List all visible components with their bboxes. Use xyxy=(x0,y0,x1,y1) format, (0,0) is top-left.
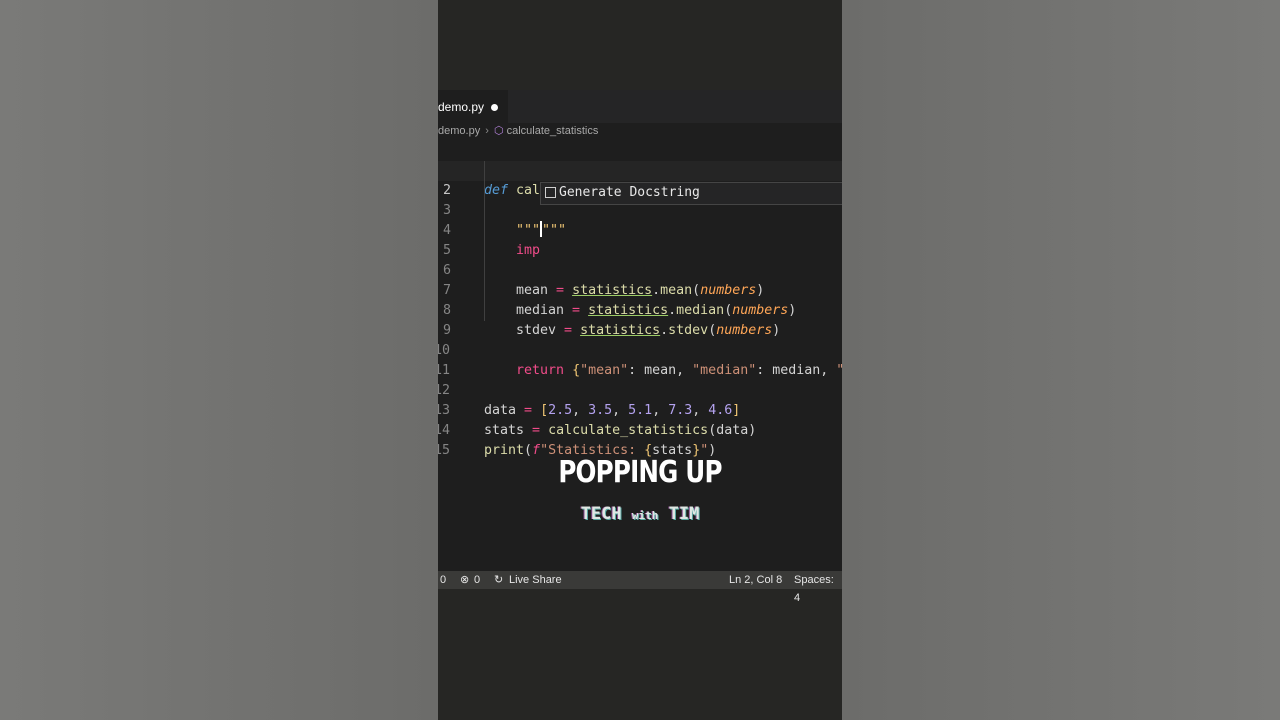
indent-guide xyxy=(484,181,485,201)
indent-guide xyxy=(484,221,485,241)
error-count[interactable]: 0 xyxy=(440,571,446,589)
indent-guide xyxy=(484,241,485,261)
status-bar: 0 ⊗ 0 ↻ Live Share Ln 2, Col 8 Spaces: 4 xyxy=(438,571,842,604)
indent-guide xyxy=(484,281,485,301)
suggestion-widget[interactable]: Generate Docstring xyxy=(540,182,842,205)
indent-guide xyxy=(484,261,485,281)
broadcast-icon: ⊗ xyxy=(460,574,470,586)
background-left xyxy=(0,0,438,720)
tab-demo-py[interactable]: demo.py xyxy=(438,90,508,123)
code-line-7[interactable]: 7 stdev = statistics.stdev(numbers) xyxy=(438,261,842,338)
code-line-9[interactable]: 9 return {"mean": mean, "median": median… xyxy=(438,301,842,378)
indent-guide xyxy=(484,201,485,221)
channel-logo: TECH with TIM xyxy=(438,504,842,524)
line-number: 15 xyxy=(438,443,451,458)
video-frame: demo.py demo.py › ⬡ calculate_statistics … xyxy=(438,0,842,720)
live-share-button[interactable]: Live Share xyxy=(509,571,562,589)
background-right xyxy=(842,0,1280,720)
code-line-11[interactable]: 11 xyxy=(438,341,842,378)
chevron-right-icon: › xyxy=(485,125,489,137)
breadcrumb-symbol[interactable]: calculate_statistics xyxy=(507,125,599,137)
method-icon: ⬡ xyxy=(494,125,504,137)
code-line-13[interactable]: 13 stats = calculate_statistics(data) xyxy=(438,381,842,438)
logo-word-tim: TIM xyxy=(668,504,700,524)
snippet-icon xyxy=(545,187,556,198)
code-line-5[interactable]: 5 mean = statistics.mean(numbers) xyxy=(438,221,842,298)
broadcast-count[interactable]: 0 xyxy=(474,571,480,589)
code-line-15[interactable]: 15 xyxy=(438,421,842,458)
code-line-2[interactable]: 2 """ """ xyxy=(438,161,842,238)
code-line-8[interactable]: 8 xyxy=(438,281,842,318)
breadcrumb: demo.py › ⬡ calculate_statistics xyxy=(438,123,842,141)
logo-word-tech: TECH xyxy=(580,504,622,524)
suggestion-label[interactable]: Generate Docstring xyxy=(559,183,700,203)
video-caption: POPPING UP xyxy=(558,455,722,490)
indentation-setting[interactable]: Spaces: 4 xyxy=(794,571,842,607)
indent-guide xyxy=(484,161,485,181)
tab-label: demo.py xyxy=(438,100,485,114)
breadcrumb-file[interactable]: demo.py xyxy=(438,125,480,137)
code-line-1[interactable]: 1 def calculate_statistics(numbers: list… xyxy=(438,141,842,198)
indent-guide xyxy=(484,301,485,321)
code-line-14[interactable]: 14 print(f"Statistics: {stats}") xyxy=(438,401,842,458)
editor-tab-bar: demo.py xyxy=(438,90,842,123)
code-line-12[interactable]: 12 data = [2.5, 3.5, 5.1, 7.3, 4.6] xyxy=(438,361,842,418)
unsaved-dot-icon[interactable] xyxy=(491,104,498,111)
logo-word-with: with xyxy=(631,509,659,522)
code-line-10[interactable]: 10 xyxy=(438,321,842,358)
live-share-icon: ↻ xyxy=(494,574,504,586)
code-line-6[interactable]: 6 median = statistics.median(numbers) xyxy=(438,241,842,318)
cursor-position[interactable]: Ln 2, Col 8 xyxy=(729,571,782,589)
